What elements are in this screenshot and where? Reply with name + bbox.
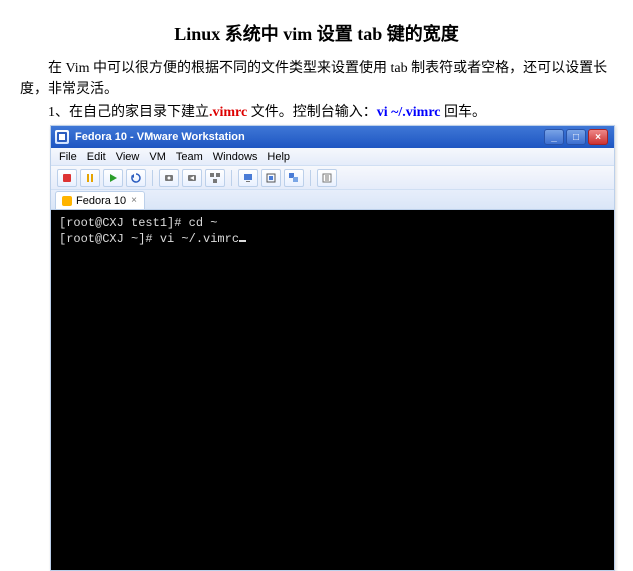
menu-team[interactable]: Team (176, 151, 203, 163)
tab-bar: Fedora 10 × (51, 190, 614, 210)
menubar: File Edit View VM Team Windows Help (51, 148, 614, 166)
menu-windows[interactable]: Windows (213, 151, 258, 163)
vmware-window: Fedora 10 - VMware Workstation _ □ × Fil… (50, 125, 615, 571)
p2-text-b: 文件。控制台输入： (247, 105, 377, 120)
maximize-button[interactable]: □ (566, 129, 586, 145)
power-on-button[interactable] (103, 169, 123, 187)
terminal-line-1: [root@CXJ test1]# cd ~ (59, 216, 217, 230)
minimize-button[interactable]: _ (544, 129, 564, 145)
toolbar (51, 166, 614, 190)
window-buttons: _ □ × (544, 129, 608, 145)
p2-text-a: 1、在自己的家目录下建立 (48, 105, 209, 120)
tab-fedora10[interactable]: Fedora 10 × (55, 191, 145, 209)
snapshot-button[interactable] (159, 169, 179, 187)
fedora-icon (62, 196, 72, 206)
toolbar-separator (231, 170, 232, 186)
toolbar-separator (152, 170, 153, 186)
cursor (239, 240, 246, 242)
vmware-app-icon (55, 130, 69, 144)
paragraph-intro: 在 Vim 中可以很方便的根据不同的文件类型来设置使用 tab 制表符或者空格，… (10, 58, 623, 100)
menu-file[interactable]: File (59, 151, 77, 163)
suspend-button[interactable] (80, 169, 100, 187)
titlebar[interactable]: Fedora 10 - VMware Workstation _ □ × (51, 126, 614, 148)
menu-vm[interactable]: VM (149, 151, 166, 163)
reset-button[interactable] (126, 169, 146, 187)
window-title: Fedora 10 - VMware Workstation (75, 131, 544, 143)
close-button[interactable]: × (588, 129, 608, 145)
fullscreen-button[interactable] (261, 169, 281, 187)
terminal[interactable]: [root@CXJ test1]# cd ~ [root@CXJ ~]# vi … (51, 210, 614, 570)
tab-close-button[interactable]: × (130, 195, 138, 206)
snapshot-revert-button[interactable] (182, 169, 202, 187)
toolbar-separator (310, 170, 311, 186)
menu-view[interactable]: View (116, 151, 140, 163)
p2-vimrc-red: .vimrc (209, 105, 247, 120)
terminal-line-2: [root@CXJ ~]# vi ~/.vimrc (59, 232, 239, 246)
menu-help[interactable]: Help (267, 151, 290, 163)
paragraph-step1: 1、在自己的家目录下建立.vimrc 文件。控制台输入：vi ~/.vimrc … (10, 102, 623, 123)
menu-edit[interactable]: Edit (87, 151, 106, 163)
show-console-button[interactable] (238, 169, 258, 187)
page-title: Linux 系统中 vim 设置 tab 键的宽度 (10, 20, 623, 46)
unity-button[interactable] (284, 169, 304, 187)
power-off-button[interactable] (57, 169, 77, 187)
snapshot-manager-button[interactable] (205, 169, 225, 187)
summary-button[interactable] (317, 169, 337, 187)
p2-text-c: 回车。 (441, 105, 487, 120)
p2-cmd-blue: vi ~/.vimrc (377, 105, 441, 120)
tab-label: Fedora 10 (76, 195, 126, 207)
